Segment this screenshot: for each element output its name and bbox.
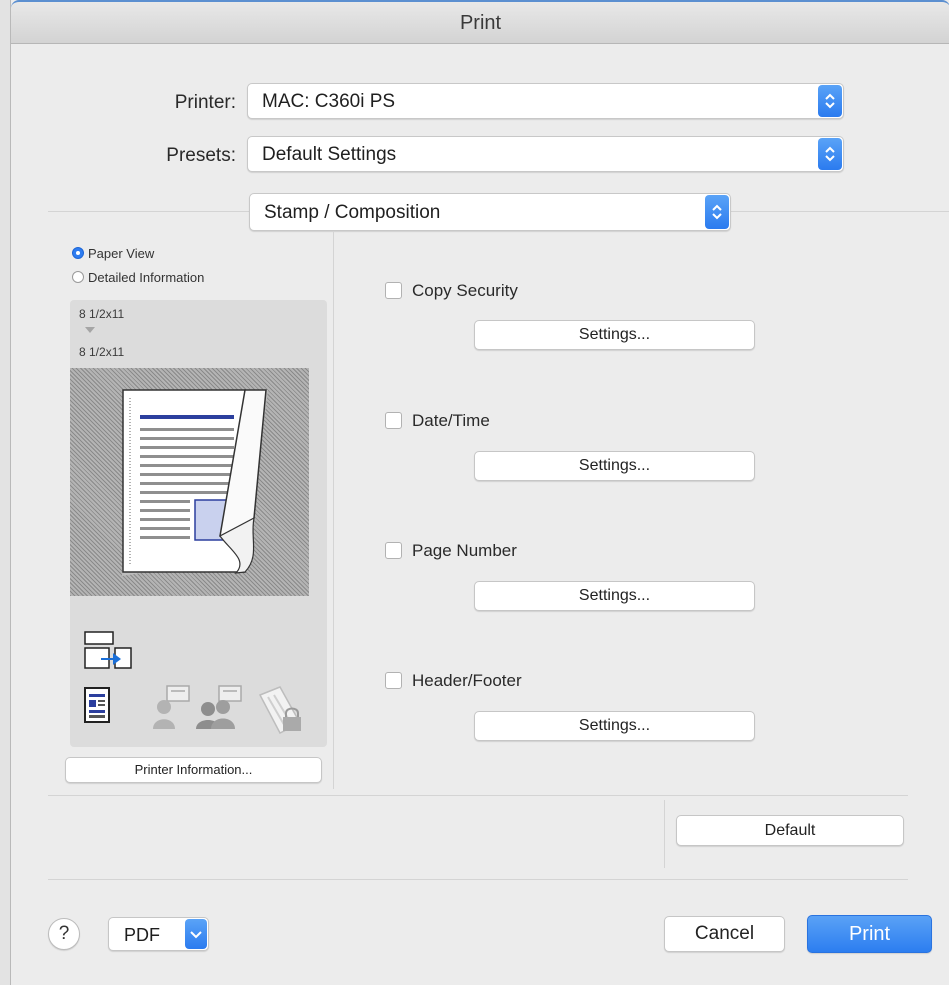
- checkbox-label: Date/Time: [412, 411, 490, 430]
- chevron-down-icon: [185, 919, 207, 949]
- arrow-down-icon: [85, 327, 95, 333]
- print-button[interactable]: Print: [807, 915, 932, 953]
- presets-select[interactable]: Default Settings: [247, 136, 844, 172]
- panel-value: Stamp / Composition: [264, 202, 441, 223]
- stepper-arrows-icon: [818, 138, 842, 170]
- help-button[interactable]: ?: [48, 918, 80, 950]
- printer-information-button[interactable]: Printer Information...: [65, 757, 322, 783]
- checkbox-unchecked-icon: [385, 412, 402, 429]
- document-stamp-icon: [84, 687, 110, 723]
- separator: [48, 795, 908, 796]
- paper-preview: 8 1/2x11 8 1/2x11: [70, 300, 327, 747]
- radio-label: Paper View: [88, 246, 155, 261]
- radio-label: Detailed Information: [88, 270, 205, 285]
- radio-paper-view[interactable]: Paper View: [72, 246, 292, 262]
- copy-security-settings-button[interactable]: Settings...: [474, 320, 755, 350]
- pdf-menu-button[interactable]: PDF: [108, 917, 209, 951]
- radio-detailed-information[interactable]: Detailed Information: [72, 270, 292, 286]
- window-title: Print: [459, 12, 502, 34]
- checkbox-label: Copy Security: [412, 281, 518, 300]
- source-paper-size: 8 1/2x11: [79, 307, 125, 321]
- cancel-button[interactable]: Cancel: [664, 916, 785, 952]
- checkbox-label: Header/Footer: [412, 671, 522, 690]
- presets-value: Default Settings: [262, 144, 397, 165]
- header-footer-checkbox[interactable]: Header/Footer: [385, 671, 645, 691]
- radio-selected-icon: [72, 247, 84, 259]
- checkbox-unchecked-icon: [385, 672, 402, 689]
- lock-document-icon: [258, 686, 302, 734]
- date-time-settings-button[interactable]: Settings...: [474, 451, 755, 481]
- separator: [664, 800, 665, 868]
- page-number-settings-button[interactable]: Settings...: [474, 581, 755, 611]
- stepper-arrows-icon: [705, 195, 729, 229]
- group-stamp-icon: [196, 685, 242, 729]
- date-time-checkbox[interactable]: Date/Time: [385, 411, 645, 431]
- checkbox-label: Page Number: [412, 541, 517, 560]
- print-dialog: Print Printer: MAC: C360i PS Presets: De…: [10, 0, 949, 985]
- header-footer-settings-button[interactable]: Settings...: [474, 711, 755, 741]
- radio-unselected-icon: [72, 271, 84, 283]
- paper-area: [70, 368, 309, 596]
- default-button[interactable]: Default: [676, 815, 904, 846]
- panel-select[interactable]: Stamp / Composition: [249, 193, 731, 231]
- output-paper-size: 8 1/2x11: [79, 345, 125, 359]
- pdf-label: PDF: [124, 925, 160, 945]
- printer-select[interactable]: MAC: C360i PS: [247, 83, 844, 119]
- presets-label: Presets:: [166, 145, 236, 166]
- printer-label: Printer:: [174, 92, 236, 113]
- copy-security-checkbox[interactable]: Copy Security: [385, 281, 645, 301]
- stepper-arrows-icon: [818, 85, 842, 117]
- page-preview-icon: [122, 389, 268, 576]
- separator: [48, 879, 908, 880]
- checkbox-unchecked-icon: [385, 282, 402, 299]
- printer-value: MAC: C360i PS: [262, 91, 396, 112]
- user-stamp-icon: [153, 685, 190, 729]
- page-number-checkbox[interactable]: Page Number: [385, 541, 645, 561]
- panel-divider: [333, 231, 334, 789]
- checkbox-unchecked-icon: [385, 542, 402, 559]
- composition-mode-icon: [84, 631, 132, 669]
- title-bar[interactable]: Print: [11, 0, 949, 44]
